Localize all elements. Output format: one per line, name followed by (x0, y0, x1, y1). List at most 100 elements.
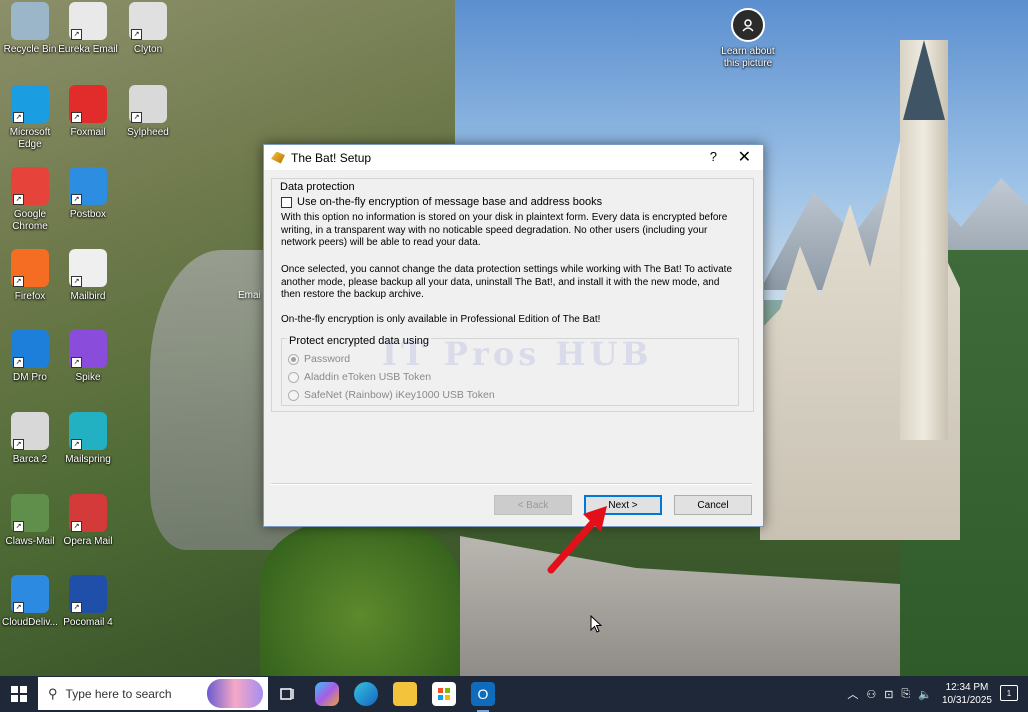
shortcut-arrow-icon: ↗ (71, 521, 82, 532)
edge-icon: ↗ (11, 85, 49, 123)
shortcut-arrow-icon: ↗ (71, 602, 82, 613)
button-separator (271, 483, 752, 485)
desktop-icon-label: Mailbird (70, 291, 106, 302)
shortcut-arrow-icon: ↗ (13, 357, 24, 368)
store-icon[interactable] (432, 682, 456, 706)
clock-date: 10/31/2025 (941, 695, 992, 706)
recycle-bin-icon (11, 2, 49, 40)
desktop-icon-mailspring[interactable]: ↗ Mailspring (58, 412, 118, 466)
group-label: Data protection (278, 181, 357, 193)
desktop-icon-label: Claws-Mail (5, 536, 55, 547)
watermark: IT Pros HUB (382, 335, 653, 373)
shortcut-arrow-icon: ↗ (13, 439, 24, 450)
desktop-icon-pocomail-4[interactable]: ↗ Pocomail 4 (58, 575, 118, 629)
mailbird-icon: ↗ (69, 249, 107, 287)
clyton-icon: ↗ (129, 2, 167, 40)
clock-time: 12:34 PM (945, 682, 989, 693)
desktop-icon-eureka-email[interactable]: ↗ Eureka Email (58, 2, 118, 56)
windows-icon (10, 686, 27, 702)
desktop-icon-dm-pro[interactable]: ↗ DM Pro (0, 330, 60, 384)
meet-icon[interactable]: ⊡ (884, 688, 893, 701)
wallpaper-wall (460, 536, 900, 680)
radio-button[interactable] (288, 389, 299, 401)
desktop-icon-mailbird[interactable]: ↗ Mailbird (58, 249, 118, 303)
desktop-icon-label: Pocomail 4 (63, 617, 113, 628)
desktop-icon-barca-2[interactable]: ↗ Barca 2 (0, 412, 60, 466)
desktop-icon-label: Spike (75, 372, 101, 383)
desktop-icon-label: Postbox (69, 209, 107, 220)
postbox-icon: ↗ (69, 167, 107, 205)
desktop-icon-label: Barca 2 (12, 454, 48, 465)
wallpaper-trees (260, 520, 460, 680)
desktop-icon-label: Clyton (133, 44, 163, 55)
desktop-icon-sylpheed[interactable]: ↗ Sylpheed (118, 85, 178, 139)
edge-taskbar-icon[interactable] (354, 682, 378, 706)
desktop-icon-foxmail[interactable]: ↗ Foxmail (58, 85, 118, 139)
radio-label: Password (304, 353, 351, 365)
description-paragraph-1: With this option no information is store… (281, 212, 728, 248)
shortcut-arrow-icon: ↗ (131, 112, 142, 123)
volume-icon[interactable]: 🔈 (918, 688, 932, 701)
description-paragraph-2: Once selected, you cannot change the dat… (281, 264, 733, 300)
outlook-icon[interactable]: O (471, 682, 495, 712)
cancel-button[interactable]: Cancel (674, 495, 752, 515)
eureka-email-icon: ↗ (69, 2, 107, 40)
desktop-icon-microsoft-edge[interactable]: ↗ Microsoft Edge (0, 85, 60, 151)
network-icon[interactable]: ⎘ (901, 688, 910, 701)
dm-pro-icon: ↗ (11, 330, 49, 368)
shortcut-arrow-icon: ↗ (13, 521, 24, 532)
encryption-checkbox-row[interactable]: Use on-the-fly encryption of message bas… (281, 196, 602, 208)
radio-button[interactable] (288, 371, 299, 383)
desktop-icon-opera-mail[interactable]: ↗ Opera Mail (58, 494, 118, 548)
mouse-cursor-icon (590, 615, 602, 633)
desktop-icon-clouddeliv[interactable]: ↗ CloudDeliv... (0, 575, 60, 629)
desktop-icon-google-chrome[interactable]: ↗ Google Chrome (0, 167, 60, 233)
desktop-icon-label: Eureka Email (58, 44, 118, 55)
desktop-icon-label: DM Pro (13, 372, 47, 383)
clock[interactable]: 12:34 PM 10/31/2025 (942, 681, 992, 707)
setup-dialog: The Bat! Setup ? ✕ Data protection Use o… (263, 144, 764, 527)
desktop-icon-label: Microsoft Edge (9, 127, 51, 150)
desktop-icon-spike[interactable]: ↗ Spike (58, 330, 118, 384)
dialog-title: The Bat! Setup (291, 150, 372, 165)
learn-about-picture[interactable]: Learn about this picture (718, 8, 778, 70)
shortcut-arrow-icon: ↗ (71, 112, 82, 123)
people-icon[interactable]: ⚇ (866, 688, 876, 701)
cloud-delivery-icon: ↗ (11, 575, 49, 613)
help-button[interactable]: ? (710, 149, 717, 164)
system-tray: ︿ ⚇ ⊡ ⎘ 🔈 12:34 PM 10/31/2025 (843, 676, 992, 712)
opera-mail-icon: ↗ (69, 494, 107, 532)
radio-password[interactable]: Password (288, 353, 350, 365)
shortcut-arrow-icon: ↗ (13, 194, 24, 205)
task-view-icon[interactable] (276, 682, 300, 706)
file-explorer-icon[interactable] (393, 682, 417, 706)
encryption-checkbox[interactable] (281, 196, 292, 208)
shortcut-arrow-icon: ↗ (71, 276, 82, 287)
desktop-icon-clyton[interactable]: ↗ Clyton (118, 2, 178, 56)
copilot-icon[interactable] (315, 682, 339, 706)
desktop-icon-firefox[interactable]: ↗ Firefox (0, 249, 60, 303)
close-button[interactable]: ✕ (738, 147, 751, 167)
desktop-icon-label: Mailspring (65, 454, 111, 465)
desktop-icon-postbox[interactable]: ↗ Postbox (58, 167, 118, 221)
search-placeholder: Type here to search (65, 686, 172, 701)
radio-button[interactable] (288, 353, 299, 365)
notification-icon[interactable]: 1 (1000, 685, 1018, 701)
camera-icon (731, 8, 765, 42)
chevron-up-icon[interactable]: ︿ (847, 686, 858, 702)
dialog-titlebar[interactable]: The Bat! Setup ? ✕ (264, 145, 763, 170)
barca-icon: ↗ (11, 412, 49, 450)
radio-safenet[interactable]: SafeNet (Rainbow) iKey1000 USB Token (288, 389, 495, 401)
shortcut-arrow-icon: ↗ (13, 602, 24, 613)
search-highlight-icon (207, 679, 263, 708)
start-button[interactable] (0, 676, 37, 712)
desktop-icon-claws-mail[interactable]: ↗ Claws-Mail (0, 494, 60, 548)
red-arrow-annotation (547, 506, 607, 574)
desktop-icon-recycle-bin[interactable]: Recycle Bin (0, 2, 60, 56)
taskbar-search[interactable]: ⚲ Type here to search (38, 677, 268, 710)
desktop-icon-label: Firefox (14, 291, 46, 302)
sylpheed-icon: ↗ (129, 85, 167, 123)
shortcut-arrow-icon: ↗ (131, 29, 142, 40)
taskbar: ⚲ Type here to search O ︿ ⚇ ⊡ ⎘ 🔈 12:34 … (0, 676, 1028, 712)
the-bat-icon (271, 151, 285, 164)
